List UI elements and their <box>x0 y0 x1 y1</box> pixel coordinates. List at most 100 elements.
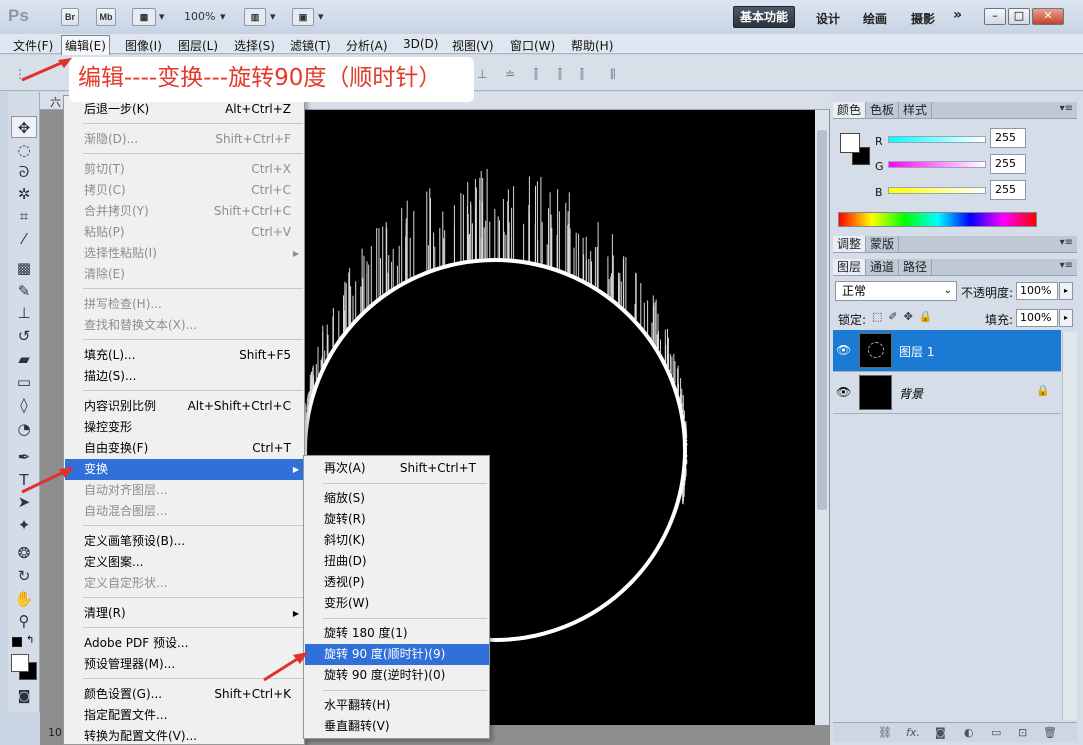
red-slider[interactable] <box>888 136 986 143</box>
submenu-item-again[interactable]: 再次(A) Shift+Ctrl+T <box>305 458 489 479</box>
opacity-arrow-icon[interactable]: ▸ <box>1059 282 1073 300</box>
eraser-tool-icon[interactable]: ▰ <box>11 348 37 370</box>
menu-item-define-brush[interactable]: 定义画笔预设(B)... <box>65 531 304 552</box>
close-button[interactable]: ✕ <box>1032 8 1064 25</box>
adjustment-layer-icon[interactable]: ◐ <box>964 726 974 739</box>
menu-item-convert-profile[interactable]: 转换为配置文件(V)... <box>65 726 304 745</box>
distribute-right-icon[interactable]: ⫿ <box>580 67 584 82</box>
blue-value[interactable]: 255 <box>990 180 1026 200</box>
submenu-item-flip-horizontal[interactable]: 水平翻转(H) <box>305 695 489 716</box>
scrollbar-thumb[interactable] <box>817 130 827 510</box>
submenu-item-distort[interactable]: 扭曲(D) <box>305 551 489 572</box>
align-bottom-icon[interactable]: ⊥ <box>477 67 487 81</box>
submenu-item-rotate-90-cw[interactable]: 旋转 90 度(顺时针)(9) <box>305 644 489 665</box>
menu-analysis[interactable]: 分析(A) <box>346 37 388 54</box>
menu-select[interactable]: 选择(S) <box>234 37 275 54</box>
blur-tool-icon[interactable]: ◊ <box>11 394 37 416</box>
lasso-tool-icon[interactable]: ᘐ <box>11 161 37 183</box>
menu-view[interactable]: 视图(V) <box>452 37 494 54</box>
submenu-item-perspective[interactable]: 透视(P) <box>305 572 489 593</box>
quick-select-tool-icon[interactable]: ✲ <box>11 183 37 205</box>
healing-brush-icon[interactable]: ▩ <box>11 257 37 279</box>
layer-row-background[interactable]: 👁 背景 🔒 <box>833 372 1061 414</box>
menu-item-assign-profile[interactable]: 指定配置文件... <box>65 705 304 726</box>
tab-color[interactable]: 颜色 <box>833 102 867 118</box>
panel-menu-icon[interactable]: ▾≡ <box>1060 103 1073 114</box>
submenu-item-rotate[interactable]: 旋转(R) <box>305 509 489 530</box>
eyedropper-tool-icon[interactable]: ⁄ <box>11 228 37 250</box>
menu-item-stroke[interactable]: 描边(S)... <box>65 366 304 387</box>
visibility-eye-icon[interactable]: 👁 <box>836 343 851 357</box>
color-spectrum[interactable] <box>838 212 1037 227</box>
new-group-icon[interactable]: ▭ <box>991 726 1001 739</box>
menu-item-transform[interactable]: 变换 ▶ <box>65 459 304 480</box>
menu-image[interactable]: 图像(I) <box>125 37 162 54</box>
workspace-essentials[interactable]: 基本功能 <box>733 6 796 28</box>
zoom-status[interactable]: 10 <box>48 726 62 739</box>
3d-orbit-icon[interactable]: ↻ <box>11 565 37 587</box>
tab-paths[interactable]: 路径 <box>899 259 933 275</box>
history-brush-icon[interactable]: ↺ <box>11 325 37 347</box>
submenu-item-warp[interactable]: 变形(W) <box>305 593 489 614</box>
screen-mode-button[interactable]: ▣ <box>292 8 314 26</box>
auto-align-icon[interactable]: ⫼ <box>610 67 616 82</box>
menu-item-content-aware-scale[interactable]: 内容识别比例 Alt+Shift+Ctrl+C <box>65 396 304 417</box>
link-layers-icon[interactable]: ⛓ <box>878 726 892 739</box>
blend-mode-select[interactable]: 正常 ⌄ <box>835 281 957 301</box>
marquee-tool-icon[interactable]: ◌ <box>11 139 37 161</box>
dodge-tool-icon[interactable]: ◔ <box>11 418 37 440</box>
lock-options-icons[interactable]: ⬚✐✥🔒 <box>872 310 939 323</box>
delete-layer-icon[interactable]: 🗑 <box>1043 726 1057 739</box>
menu-3d[interactable]: 3D(D) <box>403 37 438 51</box>
crop-tool-icon[interactable]: ⌗ <box>11 205 37 227</box>
tab-swatches[interactable]: 色板 <box>866 102 900 118</box>
foreground-color-swatch[interactable] <box>11 654 29 672</box>
submenu-item-rotate-90-ccw[interactable]: 旋转 90 度(逆时针)(0) <box>305 665 489 686</box>
maximize-button[interactable]: □ <box>1008 8 1030 25</box>
tab-layers[interactable]: 图层 <box>833 259 867 275</box>
clone-stamp-icon[interactable]: ⊥ <box>11 302 37 324</box>
3d-rotate-icon[interactable]: ❂ <box>11 542 37 564</box>
panel-menu-icon[interactable]: ▾≡ <box>1060 237 1073 248</box>
submenu-item-flip-vertical[interactable]: 垂直翻转(V) <box>305 716 489 737</box>
chevron-down-icon[interactable]: ▾ <box>318 10 324 23</box>
green-slider[interactable] <box>888 161 986 168</box>
shape-tool-icon[interactable]: ✦ <box>11 514 37 536</box>
menu-item-fill[interactable]: 填充(L)... Shift+F5 <box>65 345 304 366</box>
menu-item-step-backward[interactable]: 后退一步(K) Alt+Ctrl+Z <box>65 99 304 120</box>
menu-layer[interactable]: 图层(L) <box>178 37 218 54</box>
hand-tool-icon[interactable]: ✋ <box>11 588 37 610</box>
workspace-painting[interactable]: 绘画 <box>863 10 887 27</box>
swap-colors-icon[interactable]: ↰ <box>26 635 34 646</box>
red-value[interactable]: 255 <box>990 128 1026 148</box>
bridge-button[interactable]: Br <box>61 8 79 26</box>
green-value[interactable]: 255 <box>990 154 1026 174</box>
foreground-color-swatch[interactable] <box>840 133 860 153</box>
submenu-item-skew[interactable]: 斜切(K) <box>305 530 489 551</box>
zoom-tool-icon[interactable]: ⚲ <box>11 610 37 632</box>
tab-styles[interactable]: 样式 <box>899 102 933 118</box>
chevron-down-icon[interactable]: ▾ <box>220 10 226 23</box>
chevron-down-icon[interactable]: ▾ <box>159 10 165 23</box>
panel-menu-icon[interactable]: ▾≡ <box>1060 260 1073 271</box>
layer-name[interactable]: 背景 <box>899 385 923 402</box>
move-tool-icon[interactable]: ✥ <box>11 116 37 138</box>
brush-tool-icon[interactable]: ✎ <box>11 280 37 302</box>
menu-edit[interactable]: 编辑(E) <box>61 35 110 56</box>
mini-bridge-button[interactable]: Mb <box>96 8 116 26</box>
document-tab[interactable]: 六 <box>50 94 61 110</box>
distribute-center-icon[interactable]: ⫿ <box>558 67 562 82</box>
new-layer-icon[interactable]: ⊡ <box>1018 726 1027 739</box>
menu-item-define-pattern[interactable]: 定义图案... <box>65 552 304 573</box>
view-extras-button[interactable]: ▦ <box>132 8 156 26</box>
distribute-left-icon[interactable]: ⫿ <box>534 67 538 82</box>
menu-item-color-settings[interactable]: 颜色设置(G)... Shift+Ctrl+K <box>65 684 304 705</box>
menu-item-puppet-warp[interactable]: 操控变形 <box>65 417 304 438</box>
arrange-documents-button[interactable]: ▥ <box>244 8 266 26</box>
fill-input[interactable]: 100% <box>1016 309 1058 327</box>
menu-item-free-transform[interactable]: 自由变换(F) Ctrl+T <box>65 438 304 459</box>
layer-name[interactable]: 图层 1 <box>899 343 934 360</box>
tab-adjustments[interactable]: 调整 <box>833 236 867 252</box>
minimize-button[interactable]: – <box>984 8 1006 25</box>
more-workspaces-icon[interactable]: » <box>953 7 962 23</box>
